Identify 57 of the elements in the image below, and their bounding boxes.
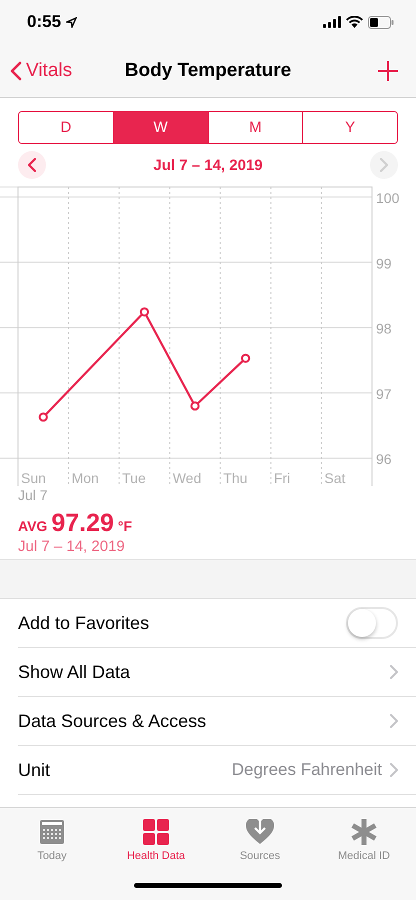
row-value: Degrees Fahrenheit	[232, 760, 382, 780]
tab-bar-item[interactable]: Medical ID	[312, 808, 416, 870]
previous-button[interactable]	[18, 151, 46, 179]
location-arrow-icon	[66, 16, 78, 28]
back-button[interactable]: Vitals	[10, 60, 72, 82]
average-value: 97.29	[51, 509, 114, 538]
tab-bar-item[interactable]: Health Data	[104, 808, 208, 870]
row-label: Data Sources & Access	[18, 710, 208, 732]
chevron-right-icon	[379, 157, 389, 173]
chevron-right-icon	[390, 714, 398, 728]
list-row[interactable]: Data Sources & Access	[18, 697, 416, 746]
battery-icon	[368, 16, 394, 28]
list-row[interactable]: Add to Favorites	[18, 599, 416, 648]
axis-label: Fri	[274, 470, 290, 486]
axis-label: 96	[376, 451, 392, 468]
data-point	[190, 401, 200, 411]
segment-tab[interactable]: W	[112, 112, 208, 143]
axis-label: Sat	[324, 470, 346, 486]
row-label: Unit	[18, 760, 52, 780]
axis-label: Tue	[122, 470, 146, 486]
axis-label: 98	[376, 320, 392, 337]
data-point	[240, 354, 250, 363]
toggle-switch[interactable]	[346, 607, 398, 639]
signal-icon	[323, 16, 341, 28]
chart-start-date: Jul 7	[18, 487, 49, 503]
axis-label: 97	[376, 386, 392, 402]
tab-bar-item[interactable]: Today	[0, 808, 104, 870]
chevron-left-icon	[10, 60, 22, 80]
axis-label: 100	[376, 190, 400, 206]
row-label: Add to Favorites	[18, 612, 150, 634]
list-row[interactable]: Show All Data	[18, 648, 416, 697]
calendar-icon	[39, 819, 65, 845]
axis-label: 99	[376, 255, 392, 272]
heart-download-icon	[246, 819, 274, 845]
chevron-left-icon	[27, 157, 37, 173]
page-title: Body Temperature	[124, 60, 292, 82]
unit-label: °F	[118, 518, 132, 534]
add-icon[interactable]	[378, 60, 398, 80]
wifi-icon	[346, 16, 363, 28]
average-range: Jul 7 – 14, 2019	[18, 538, 126, 555]
chevron-right-icon	[390, 665, 398, 679]
axis-label: Mon	[72, 470, 99, 486]
status-time: 0:55	[27, 12, 62, 32]
chevron-right-icon	[390, 763, 398, 777]
asterisk-icon	[351, 819, 377, 845]
average-label: AVG	[18, 518, 48, 534]
segment-tab[interactable]: Y	[302, 112, 397, 143]
list-row[interactable]: Unit Degrees Fahrenheit	[18, 746, 416, 795]
date-range: Jul 7 – 14, 2019	[153, 156, 263, 174]
axis-label: Wed	[172, 470, 202, 486]
grid-icon	[143, 819, 169, 845]
row-label: Show All Data	[18, 662, 132, 682]
data-point	[38, 412, 48, 422]
axis-label: Sun	[21, 470, 46, 486]
tab-bar-item[interactable]: Sources	[208, 808, 312, 870]
axis-label: Thu	[223, 470, 248, 486]
data-point	[140, 307, 150, 317]
